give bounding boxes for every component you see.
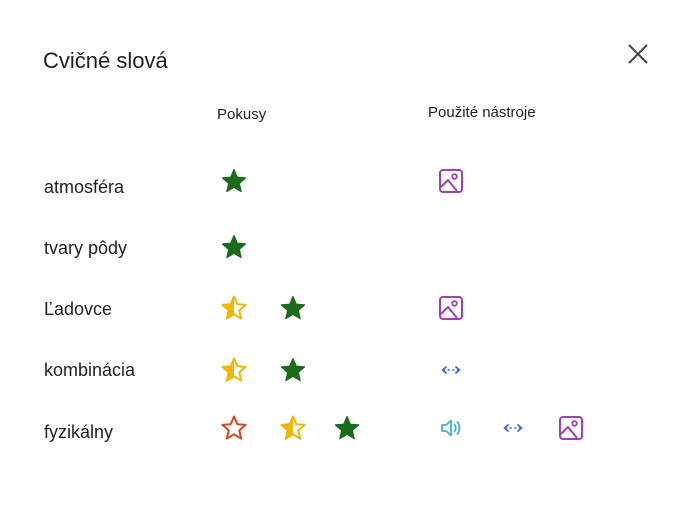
- word-label: Ľadovce: [44, 299, 113, 319]
- tools-column-header: Použité nástroje: [428, 104, 536, 121]
- half-star-icon: [221, 295, 247, 320]
- picture-dictionary-icon: [439, 169, 463, 193]
- correct-star-icon: [280, 295, 306, 320]
- picture-dictionary-icon: [559, 416, 583, 440]
- read-aloud-icon: [441, 419, 461, 437]
- picture-dictionary-icon: [439, 296, 463, 320]
- dialog-title: Cvičné slová: [43, 48, 168, 73]
- syllables-icon: [441, 366, 461, 374]
- word-label: fyzikálny: [44, 422, 114, 442]
- correct-star-icon: [334, 415, 360, 440]
- correct-star-icon: [280, 357, 306, 382]
- half-star-icon: [221, 357, 247, 382]
- practice-words-dialog: Cvičné slová Pokusy Použité nástroje atm…: [0, 0, 692, 515]
- correct-star-icon: [221, 168, 247, 193]
- word-label: atmosféra: [44, 177, 125, 197]
- correct-star-icon: [221, 234, 247, 259]
- syllables-icon: [503, 424, 523, 432]
- incorrect-star-icon: [221, 415, 247, 440]
- word-label: kombinácia: [44, 360, 136, 380]
- close-icon[interactable]: [624, 41, 652, 69]
- word-label: tvary pôdy: [44, 238, 128, 258]
- half-star-icon: [280, 415, 306, 440]
- attempts-column-header: Pokusy: [217, 106, 267, 123]
